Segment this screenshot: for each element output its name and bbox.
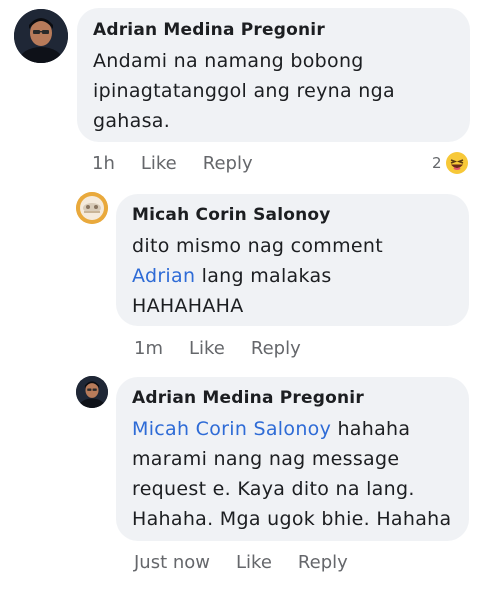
comment-text-segment: dito mismo nag comment — [132, 235, 383, 257]
like-button[interactable]: Like — [141, 153, 177, 174]
comment-text-segment: lang malakas — [201, 265, 332, 287]
comment-author[interactable]: Micah Corin Salonoy — [132, 203, 453, 227]
mention-link[interactable]: Micah Corin Salonoy — [132, 418, 331, 440]
avatar-adrian[interactable] — [14, 9, 68, 63]
comment-actions: Just now Like Reply — [134, 549, 348, 575]
comment-text: Micah Corin Salonoy hahaha marami nang n… — [132, 414, 453, 534]
comment-author[interactable]: Adrian Medina Pregonir — [132, 386, 453, 410]
reply-button[interactable]: Reply — [298, 552, 348, 573]
comment-actions: 1m Like Reply — [134, 335, 301, 361]
comment-timestamp[interactable]: Just now — [134, 552, 210, 573]
comment-text: dito mismo nag comment Adrian lang malak… — [132, 231, 453, 321]
comment-text: Andami na namang bobong ipinagtatanggol … — [93, 50, 395, 132]
comment-bubble: Adrian Medina Pregonir Andami na namang … — [77, 8, 470, 142]
reaction-summary[interactable]: 2 — [432, 151, 468, 175]
comment-timestamp[interactable]: 1h — [92, 153, 115, 174]
profile-picture-icon — [76, 192, 108, 224]
comment-text-segment: HAHAHAHA — [132, 295, 244, 317]
person-photo-icon — [76, 376, 108, 408]
comment-author[interactable]: Adrian Medina Pregonir — [93, 18, 454, 42]
laughing-face-emoji-icon — [445, 152, 468, 174]
avatar-micah[interactable] — [76, 192, 108, 224]
reaction-count: 2 — [432, 154, 442, 172]
comment-actions: 1h Like Reply — [92, 150, 253, 176]
reply-bubble: Micah Corin Salonoy dito mismo nag comme… — [116, 194, 469, 326]
like-button[interactable]: Like — [189, 338, 225, 359]
reply-button[interactable]: Reply — [251, 338, 301, 359]
person-photo-icon — [14, 9, 68, 63]
comment-timestamp[interactable]: 1m — [134, 338, 163, 359]
mention-link[interactable]: Adrian — [132, 265, 195, 287]
avatar-adrian[interactable] — [76, 376, 108, 408]
like-button[interactable]: Like — [236, 552, 272, 573]
reply-bubble: Adrian Medina Pregonir Micah Corin Salon… — [116, 377, 469, 541]
reply-button[interactable]: Reply — [203, 153, 253, 174]
